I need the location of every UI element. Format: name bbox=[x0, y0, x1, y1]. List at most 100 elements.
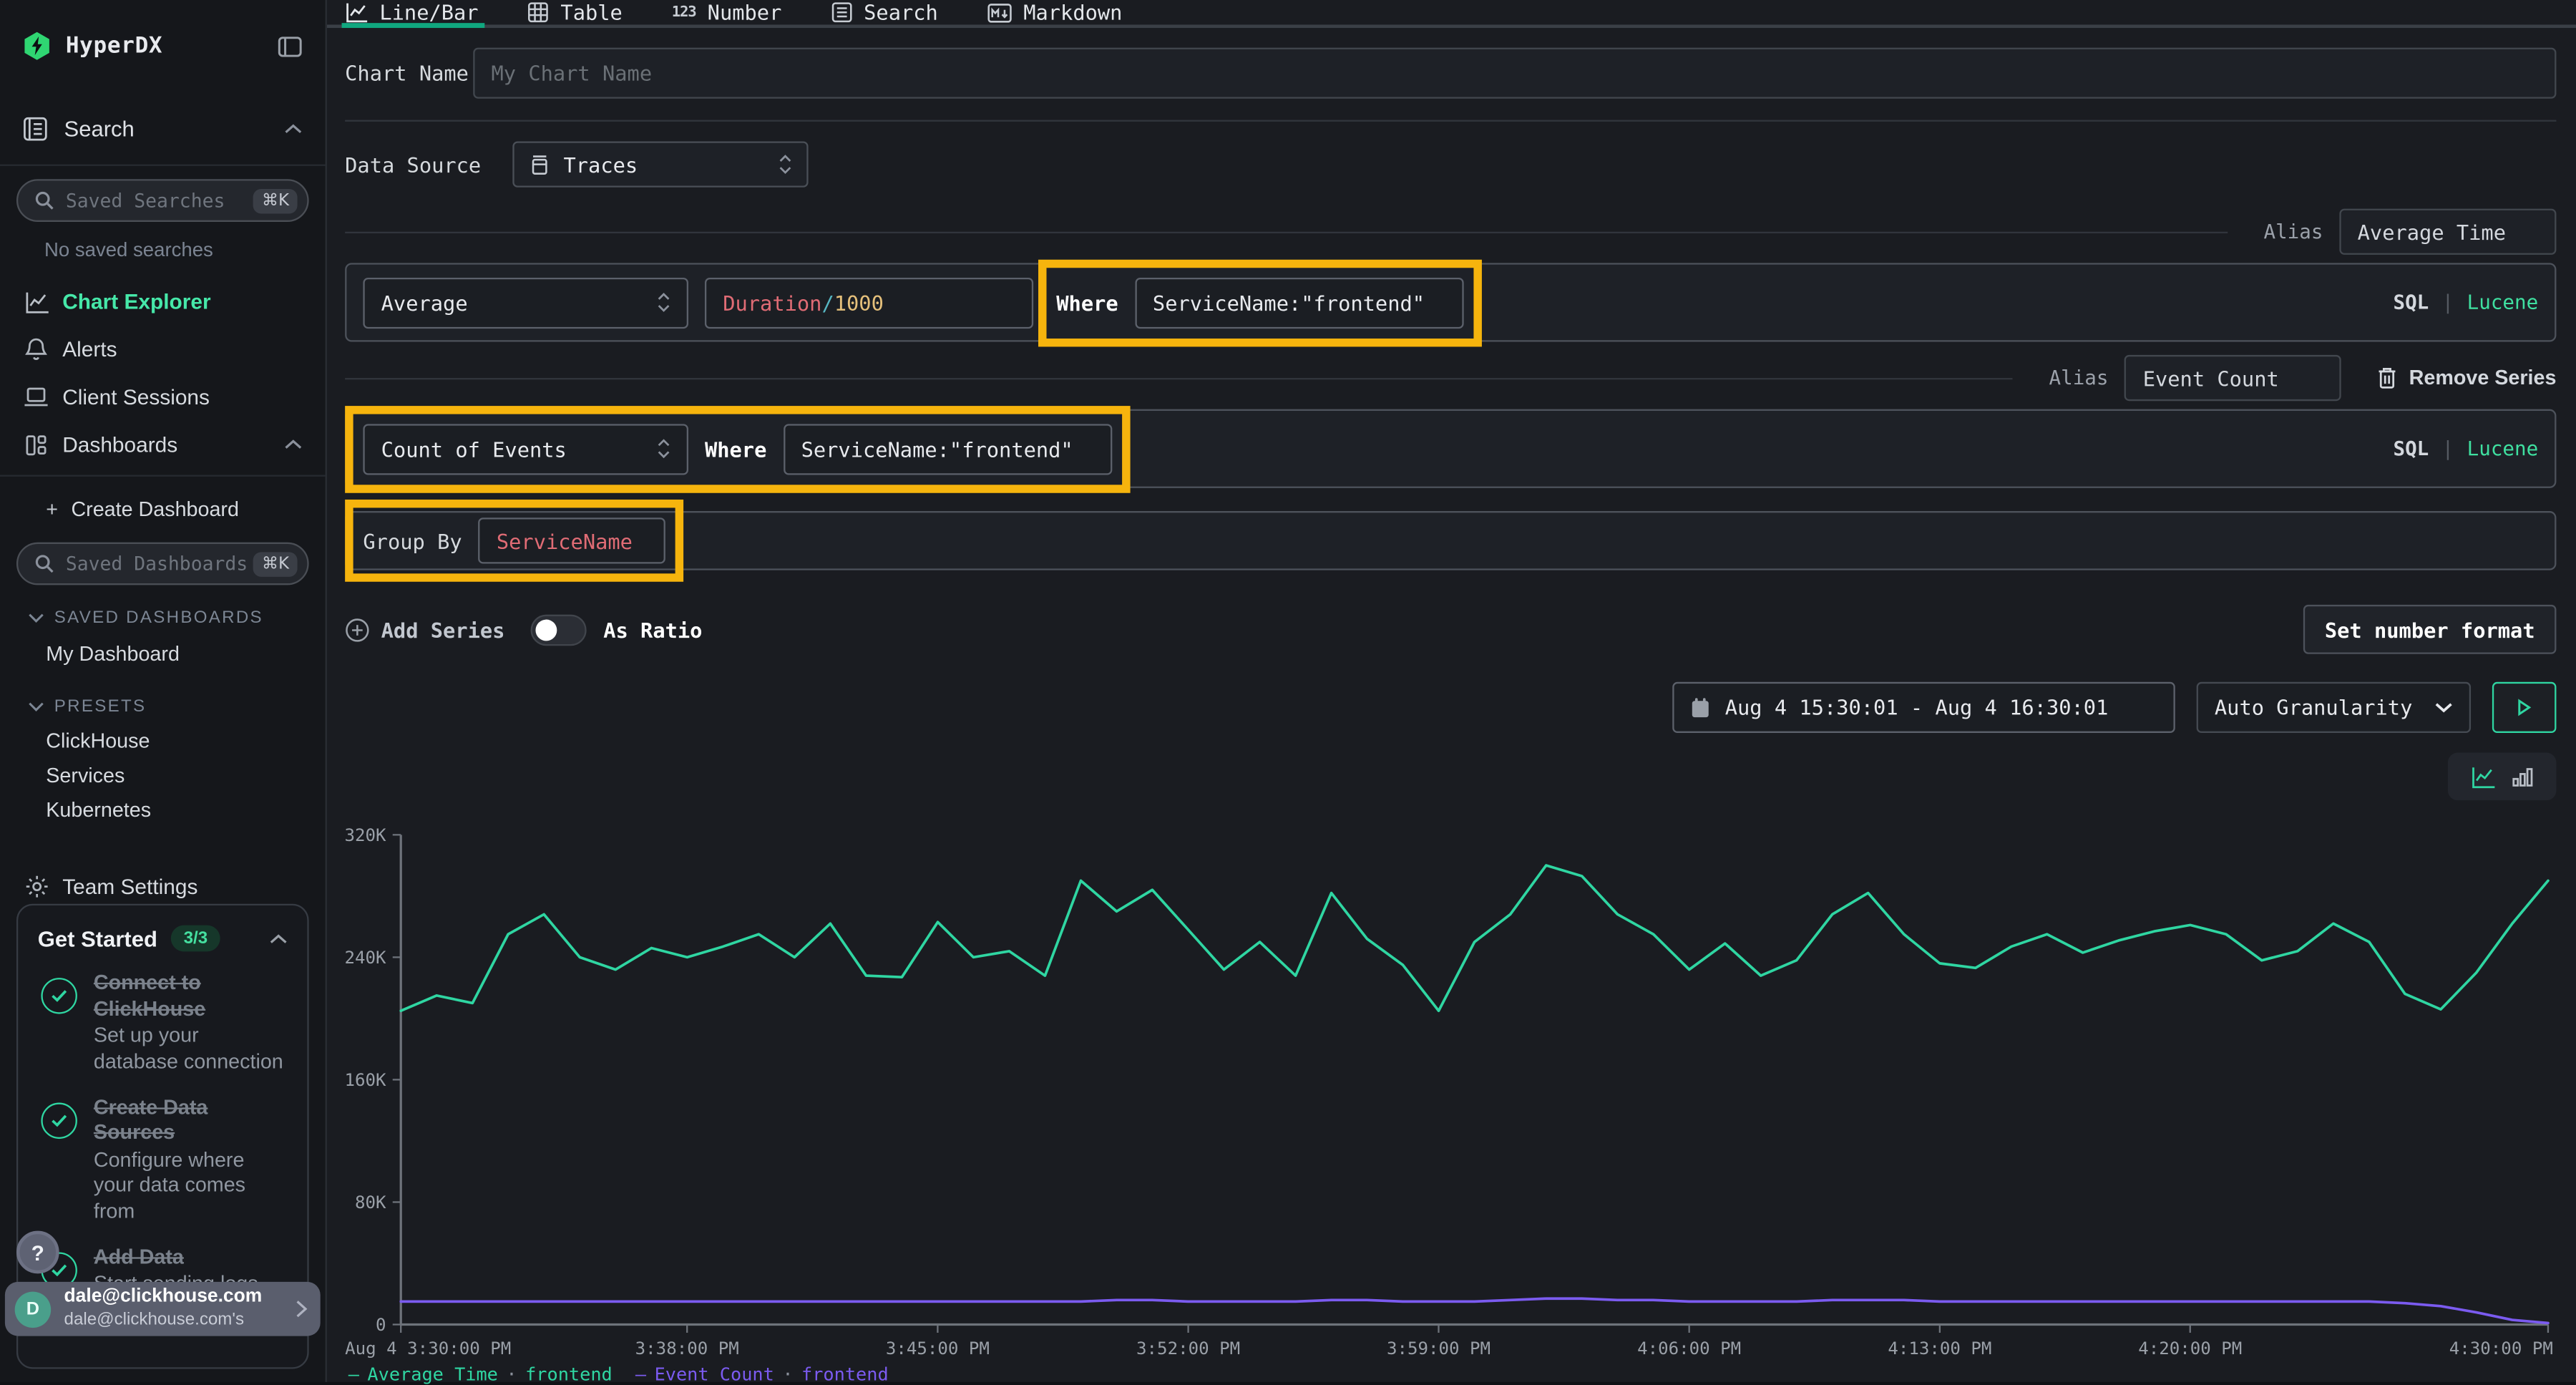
timeseries-chart[interactable]: 080K160K240K320KAug 4 3:30:00 PM3:38:00 … bbox=[345, 795, 2555, 1361]
series-2-alias-input[interactable] bbox=[2124, 355, 2341, 401]
preset-item-kubernetes[interactable]: Kubernetes bbox=[0, 792, 326, 827]
series-2-aggfn-select[interactable]: Count of Events bbox=[363, 423, 688, 474]
tab-markdown[interactable]: Markdown bbox=[987, 0, 1123, 24]
set-number-format-button[interactable]: Set number format bbox=[2303, 605, 2556, 654]
legend-average-time[interactable]: — Average Time · frontend bbox=[348, 1364, 613, 1385]
logo-row: HyperDX bbox=[0, 0, 326, 92]
sql-mode-button[interactable]: SQL bbox=[2394, 437, 2429, 460]
series-1-where-input[interactable]: ServiceName:"frontend" bbox=[1135, 277, 1463, 328]
chevron-down-icon bbox=[28, 701, 44, 711]
search-section-label: Search bbox=[64, 116, 135, 140]
date-range-input[interactable]: Aug 4 15:30:01 - Aug 4 16:30:01 bbox=[1672, 682, 2175, 733]
help-button[interactable]: ? bbox=[16, 1231, 59, 1274]
sidebar-divider bbox=[0, 475, 326, 477]
user-email: dale@clickhouse.com bbox=[64, 1287, 296, 1310]
divider bbox=[345, 231, 2228, 233]
saved-searches-input[interactable]: ⌘K bbox=[16, 179, 309, 222]
number-123-icon: 123 bbox=[672, 4, 696, 21]
main-panel: Line/Bar Table 123 Number Search bbox=[327, 0, 2576, 1382]
sidebar-item-client-sessions[interactable]: Client Sessions bbox=[0, 373, 326, 421]
sidebar-item-dashboards[interactable]: Dashboards bbox=[0, 421, 326, 469]
dashboard-item-my-dashboard[interactable]: My Dashboard bbox=[0, 634, 326, 674]
user-menu[interactable]: D dale@clickhouse.com dale@clickhouse.co… bbox=[5, 1282, 321, 1336]
data-source-select[interactable]: Traces bbox=[512, 141, 808, 187]
add-series-button[interactable]: Add Series bbox=[345, 617, 504, 641]
select-chevrons-icon bbox=[657, 439, 670, 459]
preset-item-services[interactable]: Services bbox=[0, 757, 326, 792]
get-started-item-connect[interactable]: Connect to ClickHouse Set up your databa… bbox=[38, 971, 288, 1076]
create-dashboard-button[interactable]: + Create Dashboard bbox=[0, 490, 326, 529]
section-saved-dashboards[interactable]: SAVED DASHBOARDS bbox=[0, 608, 326, 628]
remove-series-button[interactable]: Remove Series bbox=[2378, 366, 2556, 389]
calendar-icon bbox=[1691, 696, 1711, 718]
shortcut-badge: ⌘K bbox=[254, 188, 298, 213]
alias-label: Alias bbox=[2049, 366, 2109, 389]
select-chevrons-icon bbox=[779, 155, 791, 175]
svg-text:3:52:00 PM: 3:52:00 PM bbox=[1136, 1338, 1240, 1359]
as-ratio-label: As Ratio bbox=[603, 617, 702, 641]
where-label: Where bbox=[1056, 290, 1118, 314]
doc-list-icon bbox=[831, 1, 852, 23]
legend-event-count[interactable]: — Event Count · frontend bbox=[635, 1364, 889, 1385]
get-started-title: Get Started bbox=[38, 926, 157, 951]
search-icon bbox=[34, 190, 54, 210]
bar-chart-icon[interactable] bbox=[2512, 766, 2533, 787]
chart-name-input[interactable] bbox=[473, 48, 2556, 99]
series-row-1: Average Duration/1000 Where ServiceName:… bbox=[345, 263, 2556, 341]
sidebar-item-chart-explorer[interactable]: Chart Explorer bbox=[0, 278, 326, 326]
markdown-icon bbox=[987, 2, 1012, 22]
svg-text:4:30:00 PM: 4:30:00 PM bbox=[2449, 1338, 2553, 1359]
sidebar-item-alerts[interactable]: Alerts bbox=[0, 326, 326, 374]
trash-icon bbox=[2378, 366, 2398, 389]
check-circle-icon bbox=[41, 1102, 77, 1138]
chevron-down-icon bbox=[2435, 701, 2453, 713]
granularity-select[interactable]: Auto Granularity bbox=[2197, 682, 2471, 733]
select-chevrons-icon bbox=[657, 293, 670, 313]
as-ratio-toggle[interactable] bbox=[531, 614, 587, 646]
tab-number[interactable]: 123 Number bbox=[672, 0, 782, 24]
series-1-field-input[interactable]: Duration/1000 bbox=[705, 277, 1033, 328]
section-presets[interactable]: PRESETS bbox=[0, 696, 326, 716]
chevron-up-icon[interactable] bbox=[270, 933, 288, 944]
line-chart-icon[interactable] bbox=[2471, 765, 2495, 788]
svg-text:80K: 80K bbox=[355, 1192, 386, 1213]
lucene-mode-button[interactable]: Lucene bbox=[2467, 437, 2539, 460]
sidebar-divider bbox=[0, 165, 326, 166]
svg-text:240K: 240K bbox=[345, 948, 386, 968]
chevron-up-icon bbox=[284, 122, 302, 134]
svg-text:4:06:00 PM: 4:06:00 PM bbox=[1637, 1338, 1741, 1359]
tab-table[interactable]: Table bbox=[527, 0, 622, 24]
where-label: Where bbox=[705, 437, 766, 461]
get-started-item-sources[interactable]: Create Data Sources Configure where your… bbox=[38, 1095, 288, 1225]
chart-name-label: Chart Name bbox=[345, 61, 473, 85]
tab-search[interactable]: Search bbox=[831, 0, 938, 24]
get-started-progress-badge: 3/3 bbox=[170, 925, 220, 952]
group-by-input[interactable]: ServiceName bbox=[479, 517, 666, 563]
series-1-alias-input[interactable] bbox=[2339, 209, 2556, 255]
dashboard-grid-icon bbox=[23, 433, 49, 456]
lucene-mode-button[interactable]: Lucene bbox=[2467, 291, 2539, 314]
saved-dashboards-input[interactable]: ⌘K bbox=[16, 543, 309, 585]
run-query-button[interactable] bbox=[2492, 682, 2557, 733]
plus-circle-icon bbox=[345, 617, 369, 641]
tab-line-bar[interactable]: Line/Bar bbox=[345, 0, 478, 24]
sidebar: HyperDX Search ⌘K No saved searches bbox=[0, 0, 327, 1382]
search-section-icon bbox=[23, 116, 47, 140]
annotation-highlight-box: Count of Events Where ServiceName:"front… bbox=[345, 405, 1130, 492]
series-1-aggfn-select[interactable]: Average bbox=[363, 277, 688, 328]
bell-icon bbox=[23, 337, 49, 361]
plus-icon: + bbox=[46, 498, 58, 521]
svg-text:160K: 160K bbox=[345, 1070, 386, 1090]
avatar: D bbox=[15, 1291, 52, 1327]
sidebar-section-search[interactable]: Search bbox=[0, 92, 326, 165]
svg-text:4:20:00 PM: 4:20:00 PM bbox=[2138, 1338, 2242, 1359]
laptop-icon bbox=[23, 387, 49, 408]
sql-mode-button[interactable]: SQL bbox=[2394, 291, 2429, 314]
svg-text:3:38:00 PM: 3:38:00 PM bbox=[635, 1338, 739, 1359]
sidebar-collapse-icon[interactable] bbox=[278, 35, 302, 57]
app-title: HyperDX bbox=[66, 33, 162, 59]
sidebar-nav: Chart Explorer Alerts Client Sessions Da… bbox=[0, 278, 326, 468]
annotation-highlight-box: Group By ServiceName bbox=[345, 500, 683, 582]
preset-item-clickhouse[interactable]: ClickHouse bbox=[0, 723, 326, 757]
series-2-where-input[interactable]: ServiceName:"frontend" bbox=[783, 423, 1111, 474]
